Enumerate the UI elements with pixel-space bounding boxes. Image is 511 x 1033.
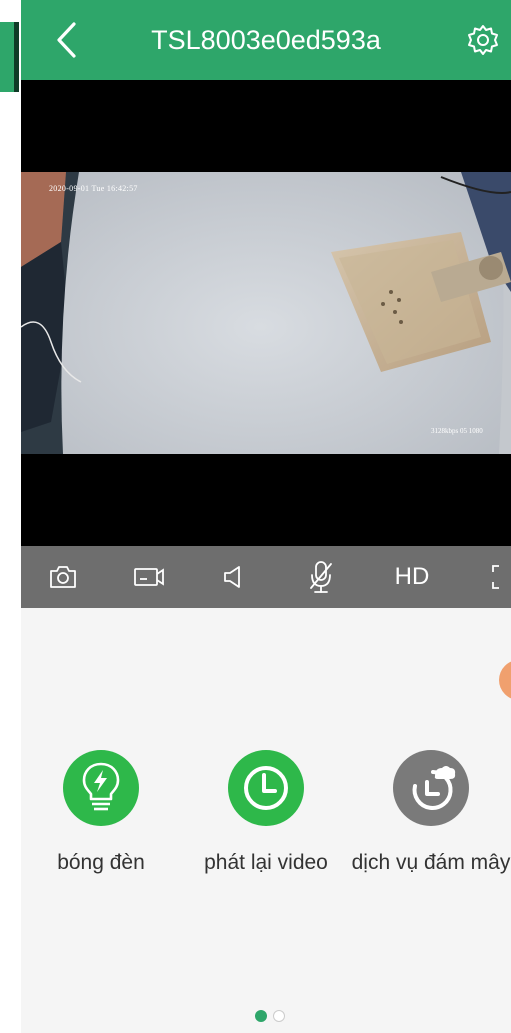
- camera-screen: TSL8003e0ed593a 2020-09-01 Tue 16:42:57 …: [21, 0, 511, 1033]
- speaker-icon: [224, 566, 240, 588]
- camera-icon: [50, 566, 76, 588]
- settings-button[interactable]: [461, 18, 505, 62]
- fullscreen-icon: [492, 565, 499, 589]
- video-frame: [21, 172, 511, 454]
- feature-video-playback[interactable]: phát lại video: [186, 750, 346, 875]
- feature-label: bóng đèn: [57, 851, 145, 874]
- snapshot-button[interactable]: [41, 554, 85, 600]
- gear-icon: [468, 25, 498, 55]
- previous-screen-header-fragment: [0, 22, 14, 92]
- quality-hd-button[interactable]: HD: [390, 554, 434, 600]
- lightbulb-icon: [82, 762, 120, 811]
- video-timestamp: 2020-09-01 Tue 16:42:57: [49, 184, 138, 193]
- previous-screen-shadow: [14, 22, 19, 92]
- back-button[interactable]: [43, 16, 89, 64]
- app-header: TSL8003e0ed593a: [21, 0, 511, 80]
- page-dot[interactable]: [273, 1010, 285, 1022]
- chevron-left-icon: [57, 22, 76, 58]
- cloud-clock-icon-circle: [393, 750, 469, 826]
- feature-panel: bóng đèn phát lại video dịch vụ đám mây: [21, 608, 511, 1033]
- video-bitrate: 3128kbps 05 1080: [431, 427, 483, 435]
- page-indicator: [255, 1010, 295, 1024]
- feature-label: dịch vụ đám mây: [351, 851, 511, 874]
- page-dot-active[interactable]: [255, 1010, 267, 1022]
- record-video-icon: [134, 568, 164, 586]
- record-button[interactable]: [127, 554, 171, 600]
- clock-icon-circle: [228, 750, 304, 826]
- live-video-view[interactable]: 2020-09-01 Tue 16:42:57 3128kbps 05 1080: [21, 80, 511, 546]
- video-control-bar: HD: [21, 546, 511, 608]
- speaker-button[interactable]: [211, 554, 255, 600]
- previous-screen-edge: [0, 0, 21, 1033]
- cloud-clock-icon: [412, 766, 456, 810]
- floating-badge[interactable]: [499, 660, 511, 700]
- feature-light-bulb[interactable]: bóng đèn: [21, 750, 181, 875]
- lightbulb-icon-circle: [63, 750, 139, 826]
- feature-label: phát lại video: [204, 851, 328, 874]
- feature-cloud-service[interactable]: dịch vụ đám mây: [351, 750, 511, 875]
- microphone-button[interactable]: [299, 554, 343, 600]
- clock-icon: [244, 766, 288, 810]
- fullscreen-button[interactable]: [473, 554, 511, 600]
- page-title: TSL8003e0ed593a: [151, 25, 381, 55]
- mic-muted-icon: [310, 561, 332, 593]
